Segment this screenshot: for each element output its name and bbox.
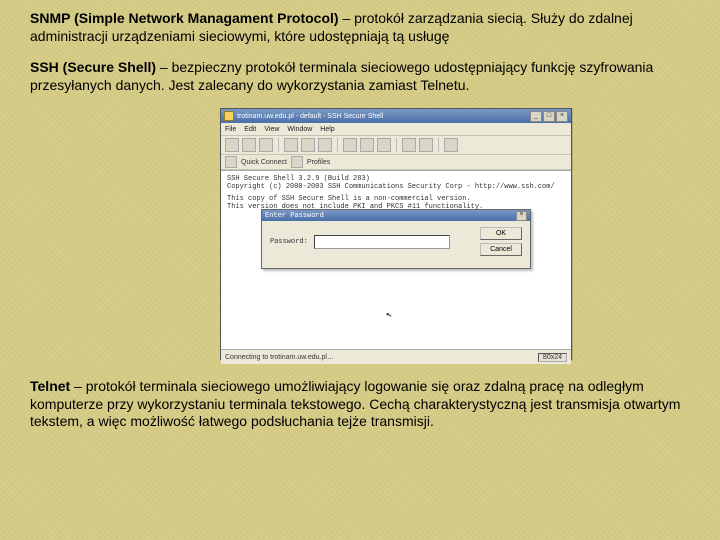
toolbar-button[interactable] <box>360 138 374 152</box>
ssh-paragraph: SSH (Secure Shell) – bezpieczny protokół… <box>30 59 690 94</box>
menu-edit[interactable]: Edit <box>244 126 256 133</box>
status-text: Connecting to trotinam.uw.edu.pl… <box>225 354 334 361</box>
window-titlebar[interactable]: trotinam.uw.edu.pl - default - SSH Secur… <box>221 109 571 123</box>
dialog-close-button[interactable]: × <box>516 211 527 221</box>
window-title: trotinam.uw.edu.pl - default - SSH Secur… <box>237 113 383 120</box>
password-dialog: Enter Password × Password: OK Cancel <box>261 209 531 269</box>
terminal-line: This copy of SSH Secure Shell is a non-c… <box>227 195 565 203</box>
toolbar-button[interactable] <box>419 138 433 152</box>
menu-bar: File Edit View Window Help <box>221 123 571 136</box>
maximize-button[interactable]: □ <box>543 111 555 122</box>
telnet-paragraph: Telnet – protokół terminala sieciowego u… <box>30 378 690 431</box>
telnet-text: – protokół terminala sieciowego umożliwi… <box>30 378 680 429</box>
toolbar-button[interactable] <box>259 138 273 152</box>
profiles-icon[interactable] <box>291 156 303 168</box>
profiles-label[interactable]: Profiles <box>307 159 330 166</box>
app-icon <box>224 111 234 121</box>
terminal-area[interactable]: SSH Secure Shell 3.2.9 (Build 283) Copyr… <box>221 170 571 350</box>
mouse-cursor-icon: ↖ <box>385 308 394 321</box>
toolbar-button[interactable] <box>343 138 357 152</box>
status-dimensions: 80x24 <box>538 353 567 362</box>
snmp-title: SNMP (Simple Network Managament Protocol… <box>30 10 339 26</box>
ssh-window: trotinam.uw.edu.pl - default - SSH Secur… <box>220 108 572 360</box>
terminal-line: SSH Secure Shell 3.2.9 (Build 283) <box>227 175 565 183</box>
quick-connect-label[interactable]: Quick Connect <box>241 159 287 166</box>
toolbar <box>221 136 571 155</box>
ssh-title: SSH (Secure Shell) <box>30 59 156 75</box>
menu-view[interactable]: View <box>264 126 279 133</box>
close-button[interactable]: × <box>556 111 568 122</box>
password-label: Password: <box>270 238 308 246</box>
toolbar-button[interactable] <box>402 138 416 152</box>
menu-window[interactable]: Window <box>287 126 312 133</box>
toolbar-button[interactable] <box>225 138 239 152</box>
dialog-titlebar[interactable]: Enter Password × <box>262 210 530 221</box>
menu-file[interactable]: File <box>225 126 236 133</box>
toolbar-button[interactable] <box>377 138 391 152</box>
quick-connect-icon[interactable] <box>225 156 237 168</box>
ok-button[interactable]: OK <box>480 227 522 240</box>
terminal-line: Copyright (c) 2000-2003 SSH Communicatio… <box>227 183 565 191</box>
toolbar-button[interactable] <box>444 138 458 152</box>
toolbar-button[interactable] <box>284 138 298 152</box>
toolbar-button[interactable] <box>318 138 332 152</box>
cancel-button[interactable]: Cancel <box>480 243 522 256</box>
password-input[interactable] <box>314 235 450 249</box>
toolbar-button[interactable] <box>301 138 315 152</box>
dialog-title: Enter Password <box>265 212 324 220</box>
snmp-paragraph: SNMP (Simple Network Managament Protocol… <box>30 10 690 45</box>
toolbar-button[interactable] <box>242 138 256 152</box>
quick-connect-bar: Quick Connect Profiles <box>221 155 571 170</box>
status-bar: Connecting to trotinam.uw.edu.pl… 80x24 <box>221 350 571 364</box>
telnet-title: Telnet <box>30 378 70 394</box>
minimize-button[interactable]: _ <box>530 111 542 122</box>
menu-help[interactable]: Help <box>320 126 334 133</box>
